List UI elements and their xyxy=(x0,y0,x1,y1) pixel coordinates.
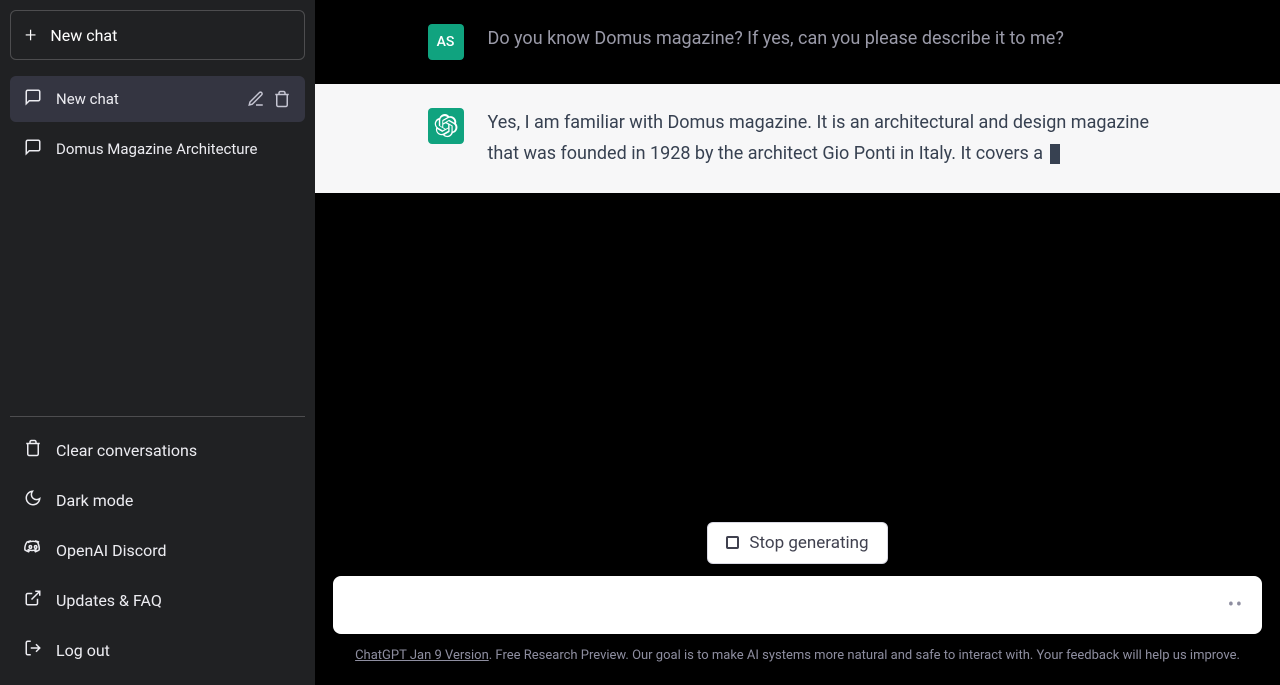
new-chat-button[interactable]: + New chat xyxy=(10,10,305,60)
sidebar: + New chat New chat Domus Magazine Archi… xyxy=(0,0,315,685)
footer-label: Clear conversations xyxy=(56,441,197,460)
footer-label: OpenAI Discord xyxy=(56,541,167,560)
chat-icon xyxy=(24,88,42,110)
disclaimer: ChatGPT Jan 9 Version. Free Research Pre… xyxy=(355,646,1240,666)
footer-label: Updates & FAQ xyxy=(56,591,162,610)
logout-icon xyxy=(24,639,42,661)
user-message-row: AS Do you know Domus magazine? If yes, c… xyxy=(315,0,1280,84)
delete-icon[interactable] xyxy=(273,90,291,108)
edit-icon[interactable] xyxy=(247,90,265,108)
sidebar-footer: Clear conversations Dark mode OpenAI Dis… xyxy=(10,425,305,675)
chat-item[interactable]: Domus Magazine Architecture xyxy=(10,126,305,172)
user-avatar: AS xyxy=(428,24,464,60)
bottom-area: Stop generating •• ChatGPT Jan 9 Version… xyxy=(315,442,1280,685)
message-input[interactable] xyxy=(351,596,1212,614)
logout-button[interactable]: Log out xyxy=(10,625,305,675)
external-link-icon xyxy=(24,589,42,611)
discord-button[interactable]: OpenAI Discord xyxy=(10,525,305,575)
chat-list: New chat Domus Magazine Architecture xyxy=(10,76,305,408)
typing-cursor xyxy=(1050,144,1060,164)
dark-mode-button[interactable]: Dark mode xyxy=(10,475,305,525)
ai-avatar xyxy=(428,108,464,144)
trash-icon xyxy=(24,439,42,461)
plus-icon: + xyxy=(25,23,36,47)
loading-indicator: •• xyxy=(1228,594,1244,615)
version-link[interactable]: ChatGPT Jan 9 Version xyxy=(355,648,489,663)
clear-conversations-button[interactable]: Clear conversations xyxy=(10,425,305,475)
chat-item-actions xyxy=(247,90,291,108)
footer-label: Dark mode xyxy=(56,491,133,510)
main-area: AS Do you know Domus magazine? If yes, c… xyxy=(315,0,1280,685)
updates-faq-button[interactable]: Updates & FAQ xyxy=(10,575,305,625)
stop-generating-button[interactable]: Stop generating xyxy=(707,522,887,564)
chat-item-label: New chat xyxy=(56,90,233,108)
footer-label: Log out xyxy=(56,641,110,660)
discord-icon xyxy=(24,539,42,561)
moon-icon xyxy=(24,489,42,511)
assistant-message-row: Yes, I am familiar with Domus magazine. … xyxy=(315,84,1280,193)
message-input-container: •• xyxy=(333,576,1262,634)
stop-label: Stop generating xyxy=(749,533,868,553)
user-message-text: Do you know Domus magazine? If yes, can … xyxy=(488,24,1168,60)
chat-icon xyxy=(24,138,42,160)
chat-item-active[interactable]: New chat xyxy=(10,76,305,122)
sidebar-divider xyxy=(10,416,305,417)
disclaimer-text: . Free Research Preview. Our goal is to … xyxy=(489,648,1240,663)
new-chat-label: New chat xyxy=(50,26,117,45)
chat-item-label: Domus Magazine Architecture xyxy=(56,140,291,158)
assistant-message-text: Yes, I am familiar with Domus magazine. … xyxy=(488,108,1168,169)
stop-icon xyxy=(726,536,739,549)
